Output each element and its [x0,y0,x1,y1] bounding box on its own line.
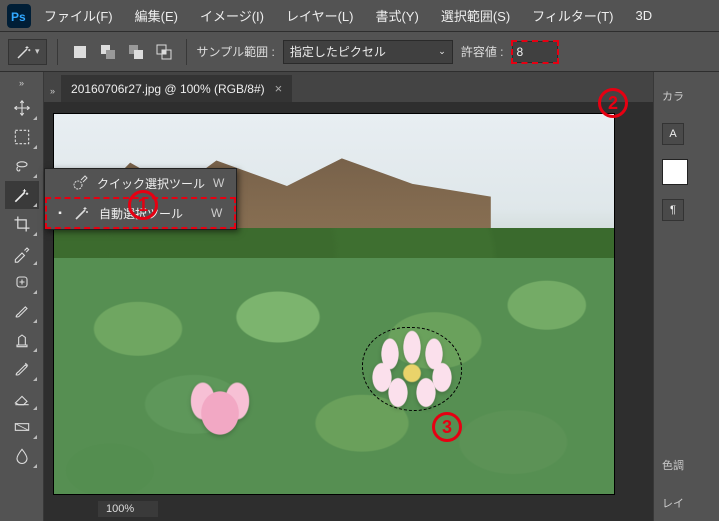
brush-tool[interactable] [5,297,39,325]
separator [57,39,58,65]
selection-mode-group [68,40,176,64]
menu-filter[interactable]: フィルター(T) [522,2,623,29]
panel-label: 色調 [662,457,684,473]
selection-intersect-button[interactable] [152,40,176,64]
lasso-tool[interactable] [5,152,39,180]
foreground-swatch [662,159,688,185]
tools-panel: » [0,72,44,521]
blur-tool[interactable] [5,442,39,470]
history-brush-tool[interactable] [5,355,39,383]
panel-tone-tab[interactable]: 色調 [654,447,719,483]
move-tool[interactable] [5,94,39,122]
annotation-marker-3: 3 [432,412,462,442]
document-tab-title: 20160706r27.jpg @ 100% (RGB/8#) [71,82,265,96]
sample-size-value: 指定したピクセル [290,43,386,60]
annotation-marker-1: 1 [128,190,158,220]
eraser-tool[interactable] [5,384,39,412]
clone-stamp-tool[interactable] [5,326,39,354]
tolerance-input[interactable] [512,41,558,63]
panel-layers-tab[interactable]: レイ [654,485,719,521]
zoom-level-field[interactable]: 100% [98,501,158,517]
type-panel-button[interactable]: A [654,116,719,152]
menu-image[interactable]: イメージ(I) [190,2,274,29]
menu-select[interactable]: 選択範囲(S) [431,2,520,29]
current-tool-indicator[interactable]: ▾ [8,39,47,65]
document-tab[interactable]: 20160706r27.jpg @ 100% (RGB/8#) × [61,75,292,102]
selection-subtract-button[interactable] [124,40,148,64]
chevron-down-icon: ⌄ [438,46,446,57]
panel-label: カラ [662,88,684,104]
selection-marquee [362,327,462,411]
chevron-down-icon: ▾ [35,46,40,57]
workspace: » » 20160706r27.jpg @ 100% (RGB/8#) × [0,72,719,521]
eyedropper-tool[interactable] [5,239,39,267]
annotation-marker-2: 2 [598,88,628,118]
tab-collapse-button[interactable]: » [50,86,55,96]
image-lotus-bud [177,369,263,449]
flyout-check-icon: ▪ [55,208,65,218]
magic-wand-icon [15,43,33,61]
svg-text:Ps: Ps [11,10,26,24]
image-lotus-leaves [54,258,614,494]
close-tab-button[interactable]: × [275,81,283,96]
character-icon: A [662,123,684,145]
quick-selection-icon [71,174,89,192]
options-bar: ▾ サンプル範囲 : 指定したピクセル ⌄ 許容値 : [0,32,719,72]
sample-size-select[interactable]: 指定したピクセル ⌄ [283,40,453,64]
tolerance-label: 許容値 : [461,43,504,60]
flyout-item-shortcut: W [213,176,224,190]
right-panel-strip: カラ A ¶ 色調 レイ [653,72,719,521]
tools-collapse-button[interactable]: » [15,78,29,88]
flyout-item-label: クイック選択ツール [97,175,205,192]
flyout-item-shortcut: W [211,206,222,220]
selection-new-button[interactable] [68,40,92,64]
selection-add-button[interactable] [96,40,120,64]
menu-bar: Ps ファイル(F) 編集(E) イメージ(I) レイヤー(L) 書式(Y) 選… [0,0,719,32]
document-area: » 20160706r27.jpg @ 100% (RGB/8#) × 100% [44,72,653,521]
canvas-wrapper [44,102,653,521]
menu-3d[interactable]: 3D [626,4,663,27]
gradient-tool[interactable] [5,413,39,441]
menu-layer[interactable]: レイヤー(L) [276,2,364,29]
paragraph-icon: ¶ [662,199,684,221]
photoshop-logo: Ps [6,5,32,27]
panel-label: レイ [662,495,684,511]
marquee-tool[interactable] [5,123,39,151]
document-tab-bar: » 20160706r27.jpg @ 100% (RGB/8#) × [44,72,653,102]
menu-edit[interactable]: 編集(E) [125,2,188,29]
sample-size-label: サンプル範囲 : [197,43,275,60]
spacer [654,230,719,445]
panel-color-tab[interactable]: カラ [654,78,719,114]
menu-type[interactable]: 書式(Y) [365,2,428,29]
healing-brush-tool[interactable] [5,268,39,296]
menu-file[interactable]: ファイル(F) [34,2,123,29]
magic-wand-tool[interactable] [5,181,39,209]
flyout-check-placeholder [53,178,63,188]
magic-wand-icon [73,204,91,222]
separator [186,39,187,65]
swatch-panel-button[interactable] [654,154,719,190]
crop-tool[interactable] [5,210,39,238]
paragraph-panel-button[interactable]: ¶ [654,192,719,228]
